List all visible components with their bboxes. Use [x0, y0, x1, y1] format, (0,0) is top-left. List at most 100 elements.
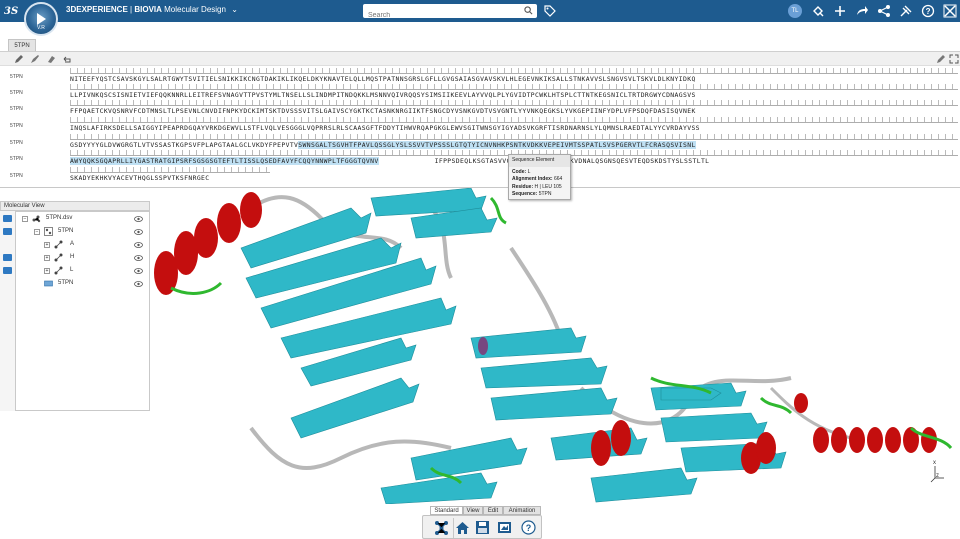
residue-string[interactable]: NITEEFYQSTCSAVSKGYLSALRTGWYTSVITIELSNIKK…: [70, 75, 958, 84]
sequence-toolbar: [0, 51, 960, 66]
svg-text:?: ?: [526, 523, 532, 533]
tree-expander[interactable]: +: [44, 242, 50, 248]
top-bar: 3S 3DEXPERIENCE | BIOVIA Molecular Desig…: [0, 0, 960, 23]
search-box[interactable]: [363, 4, 537, 23]
image-capture-icon[interactable]: [497, 520, 512, 535]
collapse-button[interactable]: [3, 267, 12, 274]
tree-item-sequence[interactable]: 5TPN: [58, 279, 73, 288]
residue-string[interactable]: INQSLAFIRKSDELLSAIGGYIPEAPRDGQAYVRKDGEWV…: [70, 124, 958, 133]
tooltip-sequence: 5TPN: [538, 191, 552, 197]
row-label: 5TPN: [10, 156, 23, 162]
compass-version: V.R: [37, 25, 45, 31]
chain-icon: [54, 266, 63, 275]
axis-triad: x z: [928, 460, 948, 484]
residue-segment[interactable]: IFPPSDEQLKSGTASVVCLLNNFYPREAKVQWKVDNALQS…: [435, 157, 710, 165]
tree-item-chain-h[interactable]: H: [70, 253, 74, 262]
tree-item-structure[interactable]: 5TPN: [58, 227, 73, 236]
sequence-row: 5TPN LLPIVNKQSCSISNIETVIEFQQKNNRLLEITREF…: [0, 84, 960, 100]
help-icon[interactable]: ?: [921, 4, 935, 18]
edit-icon[interactable]: [936, 54, 946, 64]
3d-viewport[interactable]: [151, 188, 960, 504]
sequence-icon: [44, 280, 53, 287]
row-label: 5TPN: [10, 74, 23, 80]
eraser-icon[interactable]: [46, 54, 56, 64]
brush-icon[interactable]: [30, 54, 40, 64]
expand-icon[interactable]: [949, 54, 959, 64]
eye-icon[interactable]: [134, 216, 143, 222]
protein-icon: [44, 227, 53, 236]
residue-segment-selected[interactable]: AWYQQKSGQAPRLLIYGASTRATGIPSRFSGSGSGTEFTL…: [70, 157, 379, 165]
undo-icon[interactable]: [62, 54, 72, 64]
axis-label-z: z: [936, 473, 939, 479]
eye-icon[interactable]: [134, 242, 143, 248]
collapse-button[interactable]: [3, 228, 12, 235]
ruler: [70, 100, 958, 106]
tree-item-document[interactable]: 5TPN.dsv: [46, 214, 72, 223]
search-icon[interactable]: [524, 6, 533, 15]
molecule-tool-icon[interactable]: [434, 520, 449, 535]
tag-icon[interactable]: [544, 5, 556, 17]
module-name: Molecular Design: [164, 5, 226, 14]
chain-icon: [54, 240, 63, 249]
sequence-row: 5TPN INQSLAFIRKSDELLSAIGGYIPEAPRDGQAYVRK…: [0, 117, 960, 133]
save-icon[interactable]: [475, 520, 490, 535]
residue-string[interactable]: GSDYYYYGLDVWGRGTLVTVSSASTKGPSVFPLAPGTAAL…: [70, 141, 958, 150]
share-icon[interactable]: [811, 4, 825, 18]
user-avatar[interactable]: TL: [788, 4, 802, 18]
product-name: BIOVIA: [134, 5, 162, 14]
residue-string[interactable]: LLPIVNKQSCSISNIETVIEFQQKNNRLLEITREFSVNAG…: [70, 91, 958, 100]
collapse-button[interactable]: [3, 254, 12, 261]
pencil-icon[interactable]: [14, 54, 24, 64]
tab-view[interactable]: View: [463, 506, 483, 515]
home-icon[interactable]: [455, 520, 470, 535]
forward-icon[interactable]: [855, 4, 869, 18]
sequence-row: 5TPN NITEEFYQSTCSAVSKGYLSALRTGWYTSVITIEL…: [0, 68, 960, 84]
tab-edit[interactable]: Edit: [483, 506, 503, 515]
molecular-view-side-buttons: [0, 211, 15, 411]
eye-icon[interactable]: [134, 268, 143, 274]
add-icon[interactable]: [833, 4, 847, 18]
ds-logo-icon[interactable]: 3S: [4, 3, 20, 19]
protein-structure-render[interactable]: [151, 188, 960, 504]
tab-animation[interactable]: Animation: [503, 506, 541, 515]
tree-expander[interactable]: +: [44, 255, 50, 261]
ruler: [70, 84, 958, 90]
svg-text:?: ?: [926, 7, 931, 16]
row-label: 5TPN: [10, 106, 23, 112]
residue-string[interactable]: FFPQAETCKVQSNRVFCDTMNSLTLPSEVNLCNVDIFNPK…: [70, 107, 958, 116]
tab-standard[interactable]: Standard: [430, 506, 463, 515]
residue-segment-selected[interactable]: SWNSGALTSGVHTFPAVLQSSGLYSLSSVVTVPSSSLGTQ…: [298, 141, 696, 149]
ruler: [70, 134, 958, 140]
app-title[interactable]: 3DEXPERIENCE | BIOVIA Molecular Design ⌄: [66, 5, 238, 14]
network-icon[interactable]: [877, 4, 891, 18]
sequence-row: 5TPN FFPQAETCKVQSNRVFCDTMNSLTLPSEVNLCNVD…: [0, 100, 960, 116]
compass-icon[interactable]: V.R: [24, 2, 58, 36]
tree-expander[interactable]: −: [34, 229, 40, 235]
help-icon[interactable]: ?: [521, 520, 536, 535]
ruler: [70, 68, 958, 74]
search-input[interactable]: [363, 8, 513, 23]
eye-icon[interactable]: [134, 229, 143, 235]
tree-expander[interactable]: −: [22, 216, 28, 222]
close-icon[interactable]: [943, 4, 957, 18]
tree-expander[interactable]: +: [44, 268, 50, 274]
tree-item-chain-a[interactable]: A: [70, 240, 74, 249]
chevron-down-icon[interactable]: ⌄: [231, 5, 238, 14]
residue-segment[interactable]: GSDYYYYGLDVWGRGTLVTVSSASTKGPSVFPLAPGTAAL…: [70, 141, 298, 149]
collapse-button[interactable]: [3, 215, 12, 222]
molecular-view-header: Molecular View: [0, 201, 150, 211]
action-bar: ?: [422, 515, 542, 539]
tooltip-residue: H | LEU 105: [534, 183, 562, 190]
svg-text:3S: 3S: [4, 6, 18, 17]
tooltip-index: 664: [553, 176, 563, 182]
eye-icon[interactable]: [134, 255, 143, 261]
row-label: 5TPN: [10, 123, 23, 129]
row-label: 5TPN: [10, 140, 23, 146]
eye-icon[interactable]: [134, 281, 143, 287]
tools-icon[interactable]: [899, 4, 913, 18]
tree-item-chain-l[interactable]: L: [70, 266, 73, 275]
molecular-view-tree: − 5TPN.dsv − 5TPN + A + H + L 5TPN: [15, 211, 150, 411]
row-label: 5TPN: [10, 90, 23, 96]
tab-sequence-5tpn[interactable]: 5TPN: [8, 39, 36, 51]
sequence-row: 5TPN AWYQQKSGQAPRLLIYGASTRATGIPSRFSGSGSG…: [0, 150, 960, 166]
